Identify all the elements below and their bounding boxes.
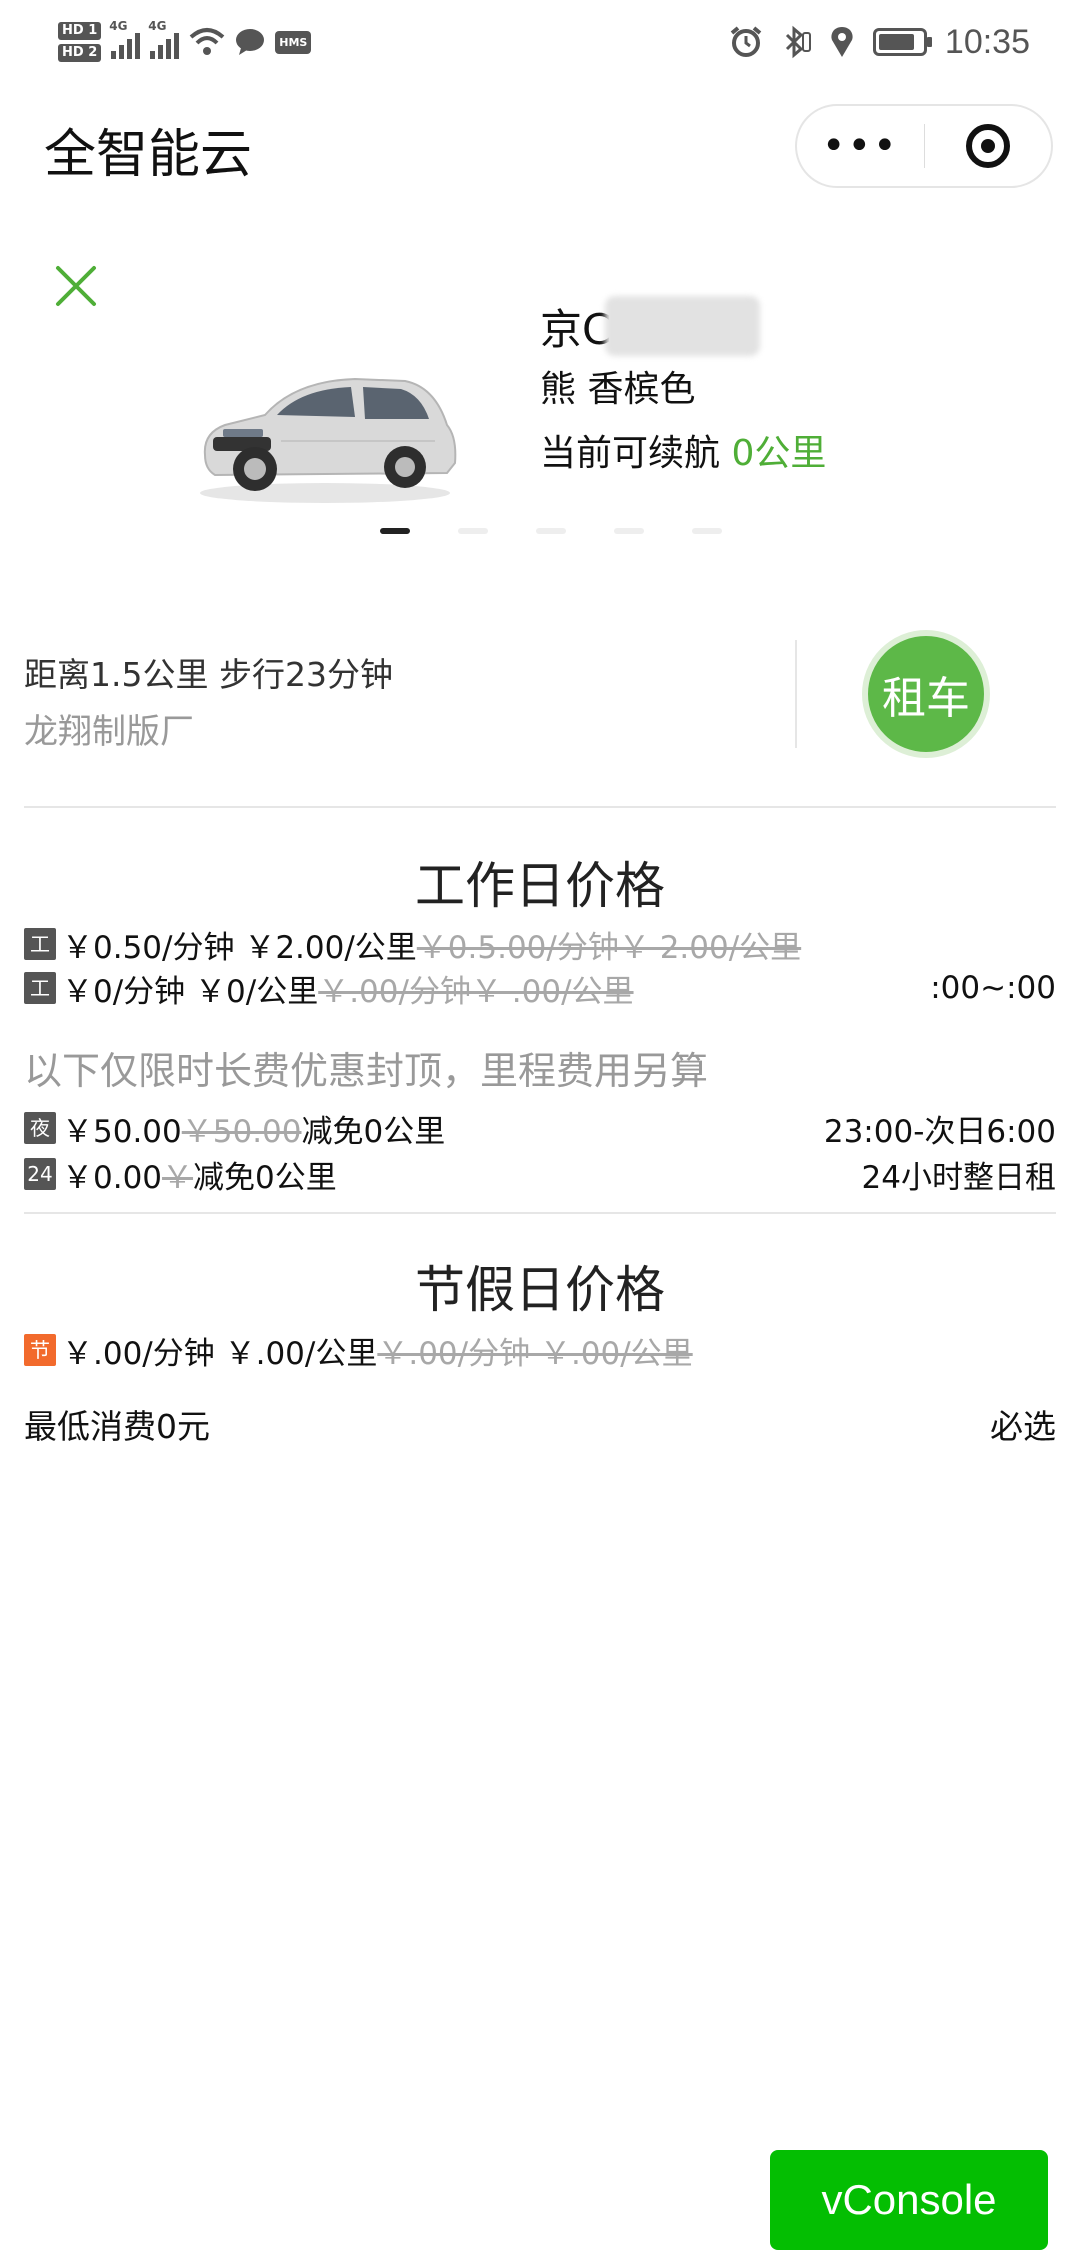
price-row: 节 ￥.00/分钟 ￥.00/公里 ￥.00/分钟 ￥.00/公里 <box>24 1330 1056 1372</box>
carousel-dot[interactable] <box>380 528 410 534</box>
rent-button[interactable]: 租车 <box>862 630 990 758</box>
status-bar: HD 1 HD 2 4G 4G HMS 10:35 <box>0 0 1080 84</box>
min-charge: 最低消费0元 <box>24 1407 210 1446</box>
range-value: 0公里 <box>731 433 827 474</box>
station-name: 龙翔制版厂 <box>24 712 194 752</box>
bluetooth-icon <box>785 25 811 59</box>
carousel-indicator <box>380 528 722 534</box>
net1-label: 4G <box>109 19 128 33</box>
price-original: ￥.00/分钟 ￥.00/公里 <box>377 1335 693 1372</box>
status-right: 10:35 <box>729 16 1030 68</box>
distance-text: 距离1.5公里 步行23分钟 <box>24 655 393 694</box>
car-color-label: 熊 香槟色 <box>540 369 696 410</box>
price-current: ￥0.50/分钟 ￥2.00/公里 <box>62 929 417 966</box>
vconsole-button[interactable]: vConsole <box>770 2150 1048 2250</box>
cap-suffix: 减免0公里 <box>301 1113 446 1150</box>
message-icon <box>236 29 265 55</box>
close-icon[interactable] <box>52 262 100 310</box>
signal-1-icon: 4G <box>109 19 141 59</box>
carousel-dot[interactable] <box>692 528 722 534</box>
range-label: 当前可续航 <box>540 433 721 474</box>
car-image <box>200 377 457 503</box>
workday-tag: 工 <box>24 972 56 1004</box>
close-program-button[interactable] <box>924 124 1051 168</box>
carousel-dot[interactable] <box>458 528 488 534</box>
price-current: ￥0/分钟 ￥0/公里 <box>62 973 319 1010</box>
location-icon <box>831 27 853 57</box>
net2-label: 4G <box>148 19 167 33</box>
more-menu-button[interactable]: ••• <box>797 126 924 166</box>
cap-time-range: 23:00-次日6:00 <box>823 1113 1056 1150</box>
hd1-badge: HD 1 <box>58 22 102 40</box>
divider <box>24 1212 1056 1214</box>
license-plate: 京C <box>540 305 612 354</box>
signal-2-icon: 4G <box>148 19 180 59</box>
required-label[interactable]: 必选 <box>990 1400 1056 1448</box>
plate-mask <box>605 296 760 356</box>
page-title: 全智能云 <box>44 125 253 185</box>
holiday-tag: 节 <box>24 1334 56 1366</box>
cap-price: ￥50.00 <box>62 1113 182 1150</box>
cap-row: 24 ￥0.00 ￥ 减免0公里 24小时整日租 <box>24 1154 1056 1196</box>
carousel-dot[interactable] <box>536 528 566 534</box>
price-row: 工 ￥0/分钟 ￥0/公里 ￥.00/分钟￥ .00/公里 :00~:00 <box>24 968 1056 1010</box>
divider <box>24 806 1056 808</box>
price-current: ￥.00/分钟 ￥.00/公里 <box>62 1335 378 1372</box>
price-time-range: :00~:00 <box>930 970 1056 1006</box>
cap-note: 以下仅限时长费优惠封顶，里程费用另算 <box>24 1049 709 1093</box>
status-left: HD 1 HD 2 4G 4G HMS <box>58 12 312 72</box>
cap-time-range: 24小时整日租 <box>861 1159 1056 1196</box>
cap-original: ￥50.00 <box>181 1113 302 1150</box>
mini-program-capsule: ••• <box>795 104 1053 188</box>
price-original: ￥.00/分钟￥ .00/公里 <box>318 973 634 1010</box>
price-row: 工 ￥0.50/分钟 ￥2.00/公里 ￥0.5.00/分钟￥ 2.00/公里 <box>24 924 1056 966</box>
clock: 10:35 <box>944 22 1030 61</box>
wifi-icon <box>189 28 225 55</box>
carousel-dot[interactable] <box>614 528 644 534</box>
divider <box>795 640 797 748</box>
cap-price: ￥0.00 <box>62 1159 163 1196</box>
target-icon <box>965 124 1010 168</box>
workday-price-title: 工作日价格 <box>415 857 665 915</box>
cap-original: ￥ <box>162 1159 194 1196</box>
workday-tag: 工 <box>24 928 56 960</box>
hms-icon: HMS <box>275 30 312 54</box>
night-tag: 夜 <box>24 1112 56 1144</box>
hd2-badge: HD 2 <box>58 44 102 62</box>
holiday-price-title: 节假日价格 <box>415 1261 665 1319</box>
hd-badges: HD 1 HD 2 <box>58 22 102 62</box>
price-original: ￥0.5.00/分钟￥ 2.00/公里 <box>416 929 802 966</box>
day-tag: 24 <box>24 1158 56 1190</box>
battery-icon <box>872 28 932 56</box>
range-info: 当前可续航 0公里 <box>540 424 826 476</box>
cap-suffix: 减免0公里 <box>193 1159 337 1196</box>
cap-row: 夜 ￥50.00 ￥50.00 减免0公里 23:00-次日6:00 <box>24 1108 1056 1150</box>
alarm-icon <box>730 26 762 57</box>
